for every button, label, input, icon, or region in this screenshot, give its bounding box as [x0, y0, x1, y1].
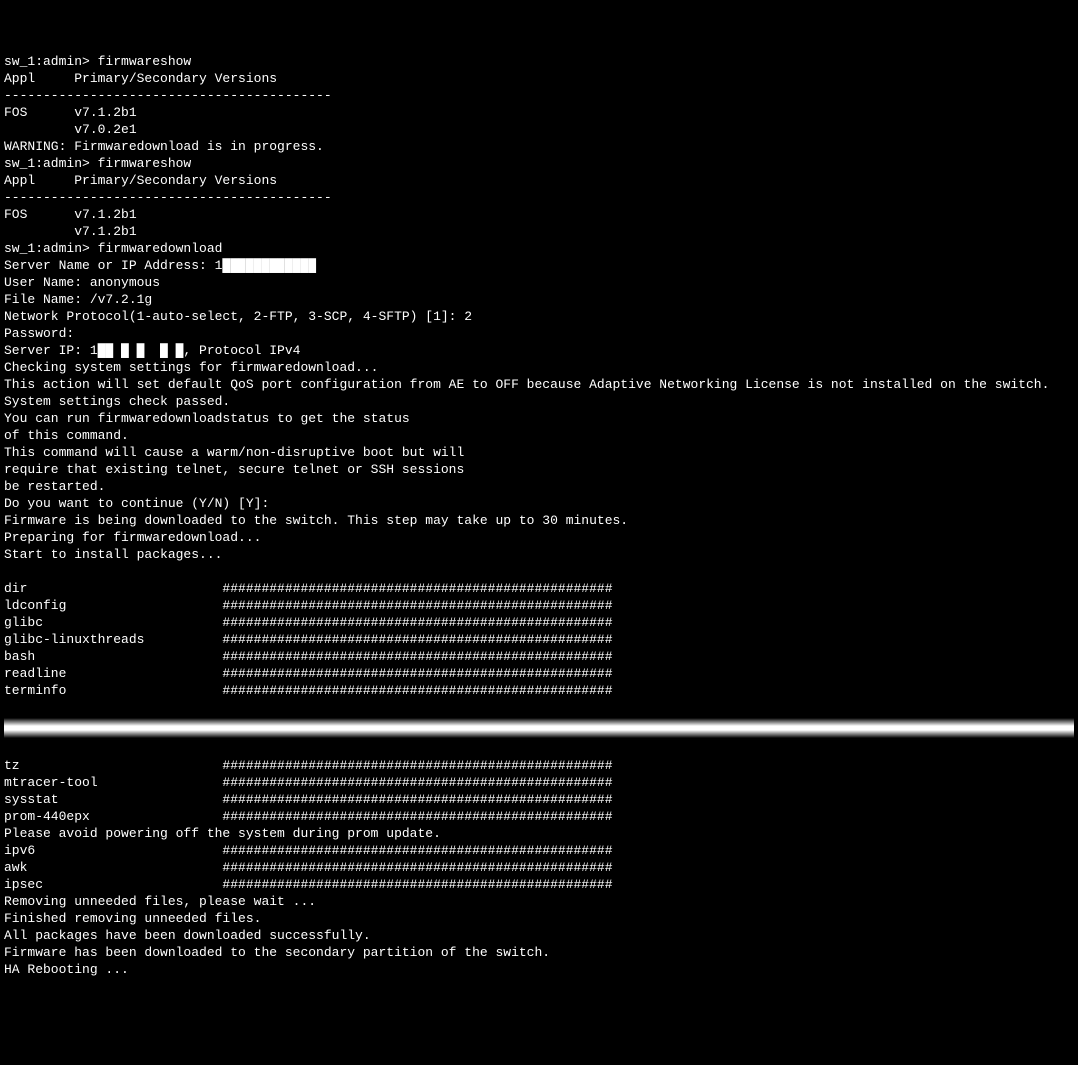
terminal-line: ipsec ##################################…	[4, 876, 1074, 893]
terminal-line: Do you want to continue (Y/N) [Y]:	[4, 495, 1074, 512]
terminal-line: ldconfig ###############################…	[4, 597, 1074, 614]
terminal-line: Appl Primary/Secondary Versions	[4, 172, 1074, 189]
terminal-line: mtracer-tool ###########################…	[4, 774, 1074, 791]
horizontal-divider-glow	[4, 718, 1074, 738]
terminal-line: sw_1:admin> firmwareshow	[4, 155, 1074, 172]
terminal-line: HA Rebooting ...	[4, 961, 1074, 978]
terminal-line: All packages have been downloaded succes…	[4, 927, 1074, 944]
terminal-line: prom-440epx ############################…	[4, 808, 1074, 825]
terminal-packages-1: dir ####################################…	[4, 580, 1074, 699]
terminal-line: Finished removing unneeded files.	[4, 910, 1074, 927]
terminal-line: ----------------------------------------…	[4, 87, 1074, 104]
terminal-output: sw_1:admin> firmwareshowAppl Primary/Sec…	[4, 53, 1074, 563]
terminal-line: WARNING: Firmwaredownload is in progress…	[4, 138, 1074, 155]
terminal-line: Please avoid powering off the system dur…	[4, 825, 1074, 842]
terminal-line: glibc ##################################…	[4, 614, 1074, 631]
terminal-line: v7.1.2b1	[4, 223, 1074, 240]
terminal-line: readline ###############################…	[4, 665, 1074, 682]
terminal-line: ipv6 ###################################…	[4, 842, 1074, 859]
terminal-line: Preparing for firmwaredownload...	[4, 529, 1074, 546]
terminal-line: be restarted.	[4, 478, 1074, 495]
terminal-line: sw_1:admin> firmwareshow	[4, 53, 1074, 70]
terminal-line: Firmware is being downloaded to the swit…	[4, 512, 1074, 529]
terminal-line: Checking system settings for firmwaredow…	[4, 359, 1074, 376]
terminal-line: File Name: /v7.2.1g	[4, 291, 1074, 308]
terminal-line: FOS v7.1.2b1	[4, 206, 1074, 223]
terminal-line: Network Protocol(1-auto-select, 2-FTP, 3…	[4, 308, 1074, 325]
terminal-line: FOS v7.1.2b1	[4, 104, 1074, 121]
terminal-line: terminfo ###############################…	[4, 682, 1074, 699]
terminal-line: v7.0.2e1	[4, 121, 1074, 138]
terminal-line: ----------------------------------------…	[4, 189, 1074, 206]
terminal-line: sw_1:admin> firmwaredownload	[4, 240, 1074, 257]
terminal-line: Removing unneeded files, please wait ...	[4, 893, 1074, 910]
terminal-line: awk ####################################…	[4, 859, 1074, 876]
terminal-line: Appl Primary/Secondary Versions	[4, 70, 1074, 87]
terminal-line: Password:	[4, 325, 1074, 342]
terminal-line: This action will set default QoS port co…	[4, 376, 1074, 393]
terminal-line: tz #####################################…	[4, 757, 1074, 774]
terminal-line: dir ####################################…	[4, 580, 1074, 597]
terminal-line: bash ###################################…	[4, 648, 1074, 665]
terminal-line: glibc-linuxthreads #####################…	[4, 631, 1074, 648]
terminal-line: Server IP: 1██ █ █ █ █, Protocol IPv4	[4, 342, 1074, 359]
terminal-line: Firmware has been downloaded to the seco…	[4, 944, 1074, 961]
terminal-packages-2: tz #####################################…	[4, 757, 1074, 978]
terminal-line: require that existing telnet, secure tel…	[4, 461, 1074, 478]
terminal-line: This command will cause a warm/non-disru…	[4, 444, 1074, 461]
terminal-line: Start to install packages...	[4, 546, 1074, 563]
terminal-line: sysstat ################################…	[4, 791, 1074, 808]
terminal-line: Server Name or IP Address: 1████████████	[4, 257, 1074, 274]
terminal-line: User Name: anonymous	[4, 274, 1074, 291]
terminal-line: You can run firmwaredownloadstatus to ge…	[4, 410, 1074, 427]
terminal-line: System settings check passed.	[4, 393, 1074, 410]
terminal-line: of this command.	[4, 427, 1074, 444]
